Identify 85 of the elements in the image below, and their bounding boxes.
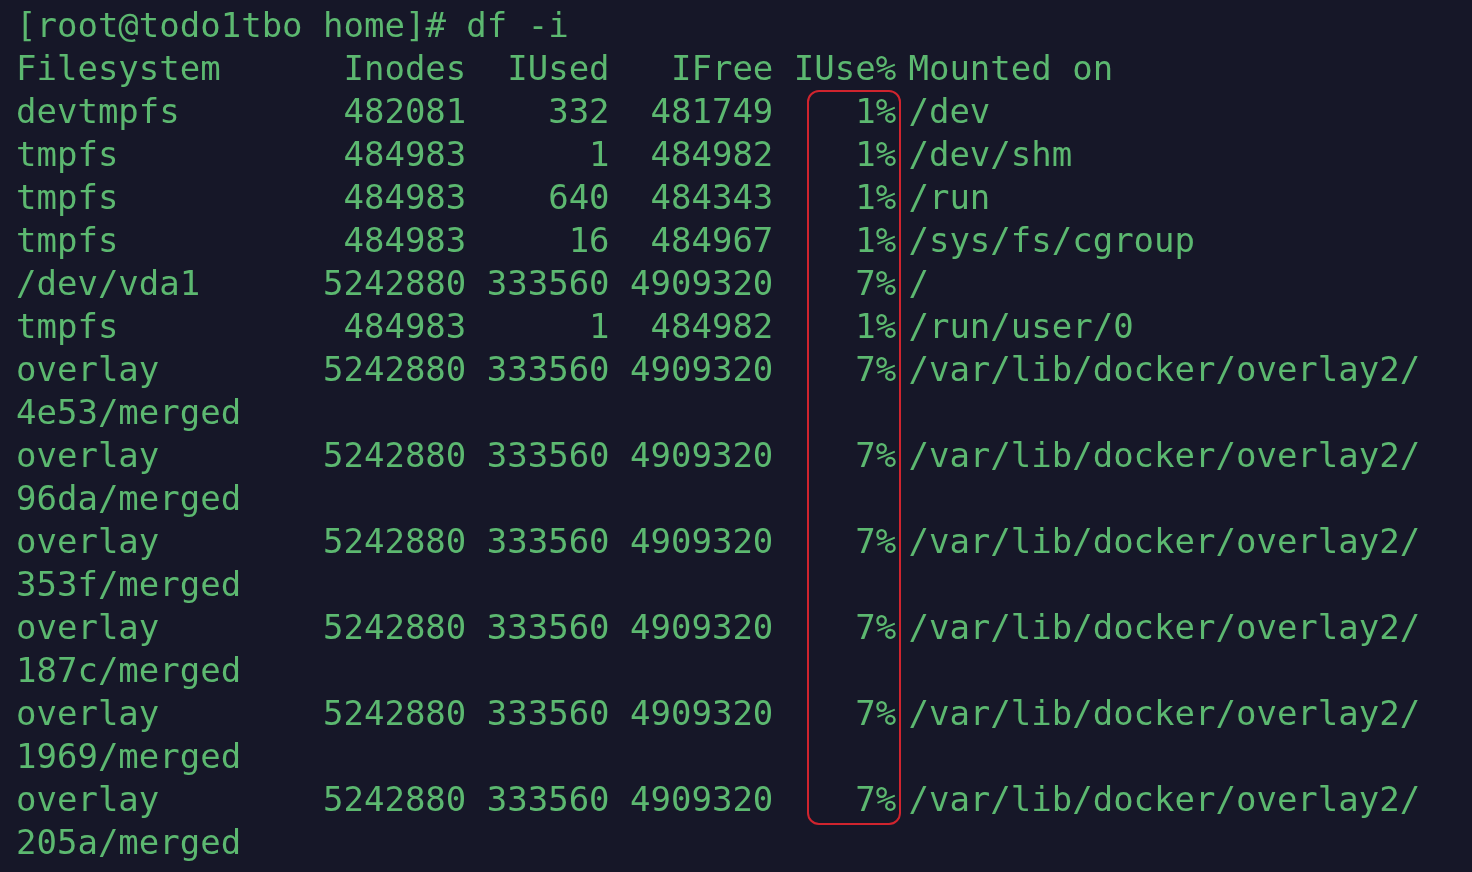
table-cell-text: tmpfs bbox=[16, 219, 120, 262]
table-cell-text: 7% bbox=[854, 434, 897, 477]
table-cell-text: /sys/fs/cgroup bbox=[908, 219, 1196, 262]
table-cell-text: /run/user/0 bbox=[908, 305, 1135, 348]
table-cell-text: 4909320 bbox=[629, 606, 774, 649]
table-cell-text: 333560 bbox=[485, 434, 610, 477]
column-header: Filesystem bbox=[16, 47, 222, 90]
table-cell-text: 333560 bbox=[485, 520, 610, 563]
table-cell-text: / bbox=[908, 262, 930, 305]
column-header: IFree bbox=[670, 47, 774, 90]
table-cell-text: /dev/vda1 bbox=[16, 262, 202, 305]
table-cell-text: 1% bbox=[854, 90, 897, 133]
table-cell-text: 484982 bbox=[649, 305, 774, 348]
table-cell-text: 1% bbox=[854, 176, 897, 219]
table-cell-text: 7% bbox=[854, 606, 897, 649]
table-cell-text: 7% bbox=[854, 692, 897, 735]
table-cell-text: 484983 bbox=[342, 176, 467, 219]
table-cell-text: 640 bbox=[547, 176, 610, 219]
table-cell-text: 96da/merged bbox=[16, 477, 243, 520]
table-cell-text: 7% bbox=[854, 262, 897, 305]
table-cell-text: 1 bbox=[588, 133, 610, 176]
table-cell-text: tmpfs bbox=[16, 176, 120, 219]
table-cell-text: /run bbox=[908, 176, 992, 219]
table-cell-text: 333560 bbox=[485, 348, 610, 391]
table-cell-text: 187c/merged bbox=[16, 649, 243, 692]
table-cell-text: 333560 bbox=[485, 778, 610, 821]
table-cell-text: 7% bbox=[854, 348, 897, 391]
column-header: IUsed bbox=[506, 47, 610, 90]
table-cell-text: overlay bbox=[16, 434, 161, 477]
table-cell-text: 5242880 bbox=[322, 348, 467, 391]
column-header: Mounted on bbox=[908, 47, 1115, 90]
table-cell-text: 4909320 bbox=[629, 348, 774, 391]
table-cell-text: overlay bbox=[16, 778, 161, 821]
table-cell-text: 484983 bbox=[342, 219, 467, 262]
table-cell-text: /var/lib/docker/overlay2/ bbox=[908, 778, 1422, 821]
table-cell-text: 5242880 bbox=[322, 778, 467, 821]
table-cell-text: 205a/merged bbox=[16, 821, 243, 864]
table-cell-text: 484967 bbox=[649, 219, 774, 262]
column-header: Inodes bbox=[342, 47, 467, 90]
column-header: IUse% bbox=[792, 47, 897, 90]
table-cell-text: tmpfs bbox=[16, 305, 120, 348]
table-cell-text: 1969/merged bbox=[16, 735, 243, 778]
table-cell-text: 5242880 bbox=[322, 434, 467, 477]
table-cell-text: 5242880 bbox=[322, 262, 467, 305]
table-cell-text: 482081 bbox=[342, 90, 467, 133]
command-prompt: [root@todo1tbo home]# df -i bbox=[16, 4, 570, 47]
table-cell-text: /var/lib/docker/overlay2/ bbox=[908, 692, 1422, 735]
table-cell-text: /dev/shm bbox=[908, 133, 1074, 176]
table-cell-text: 5242880 bbox=[322, 692, 467, 735]
table-cell-text: 333560 bbox=[485, 606, 610, 649]
table-cell-text: 484982 bbox=[649, 133, 774, 176]
table-cell-text: /var/lib/docker/overlay2/ bbox=[908, 434, 1422, 477]
table-cell-text: 1% bbox=[854, 219, 897, 262]
table-cell-text: 1 bbox=[588, 305, 610, 348]
table-cell-text: overlay bbox=[16, 692, 161, 735]
table-cell-text: overlay bbox=[16, 348, 161, 391]
table-cell-text: 332 bbox=[547, 90, 610, 133]
table-cell-text: 4909320 bbox=[629, 692, 774, 735]
table-cell-text: 484343 bbox=[649, 176, 774, 219]
table-cell-text: 5242880 bbox=[322, 606, 467, 649]
table-cell-text: tmpfs bbox=[16, 133, 120, 176]
table-cell-text: devtmpfs bbox=[16, 90, 181, 133]
table-cell-text: 333560 bbox=[485, 692, 610, 735]
table-cell-text: 4909320 bbox=[629, 434, 774, 477]
table-cell-text: overlay bbox=[16, 606, 161, 649]
table-cell-text: 333560 bbox=[485, 262, 610, 305]
table-cell-text: 4e53/merged bbox=[16, 391, 243, 434]
table-cell-text: 484983 bbox=[342, 305, 467, 348]
table-cell-text: /var/lib/docker/overlay2/ bbox=[908, 520, 1422, 563]
table-cell-text: 4909320 bbox=[629, 262, 774, 305]
table-cell-text: 1% bbox=[854, 305, 897, 348]
table-cell-text: 481749 bbox=[649, 90, 774, 133]
table-cell-text: 16 bbox=[567, 219, 610, 262]
table-cell-text: 353f/merged bbox=[16, 563, 243, 606]
table-cell-text: /var/lib/docker/overlay2/ bbox=[908, 348, 1422, 391]
table-cell-text: overlay bbox=[16, 520, 161, 563]
table-cell-text: 4909320 bbox=[629, 520, 774, 563]
table-cell-text: 7% bbox=[854, 520, 897, 563]
table-cell-text: 484983 bbox=[342, 133, 467, 176]
table-cell-text: 1% bbox=[854, 133, 897, 176]
table-cell-text: 7% bbox=[854, 778, 897, 821]
table-cell-text: /dev bbox=[908, 90, 992, 133]
table-cell-text: 4909320 bbox=[629, 778, 774, 821]
table-cell-text: /var/lib/docker/overlay2/ bbox=[908, 606, 1422, 649]
table-cell-text: 5242880 bbox=[322, 520, 467, 563]
